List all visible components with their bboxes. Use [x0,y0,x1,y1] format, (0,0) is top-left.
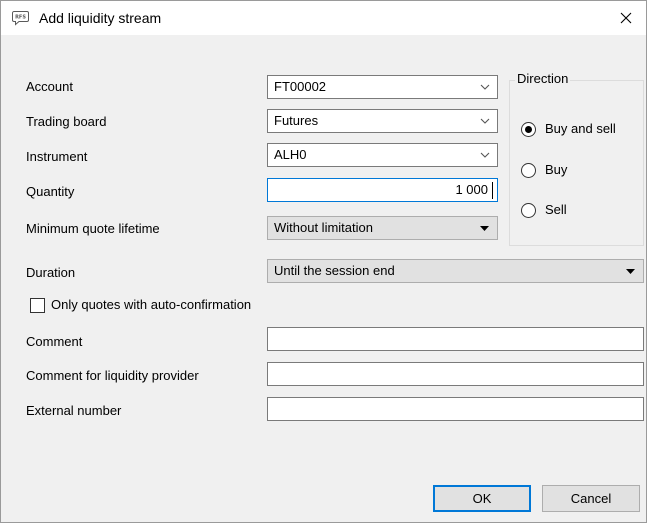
quantity-label: Quantity [26,184,75,199]
radio-button-icon [521,121,536,137]
radio-label: Sell [545,202,567,217]
comment-label: Comment [26,334,83,349]
radio-sell[interactable]: Sell [521,202,567,218]
quantity-input[interactable]: 1 000 [267,178,498,202]
title-bar: RFS Add liquidity stream [1,1,646,35]
ok-button[interactable]: OK [433,485,531,512]
radio-button-icon [521,162,536,178]
radio-button-icon [521,202,536,218]
triangle-down-icon [480,226,489,231]
min-quote-lifetime-dropdown[interactable]: Without limitation [267,216,498,240]
account-label: Account [26,79,73,94]
add-liquidity-stream-dialog: RFS Add liquidity stream Account FT00002… [0,0,647,523]
radio-label: Buy [545,162,568,177]
rfs-app-icon: RFS [12,10,29,26]
radio-label: Buy and sell [545,121,616,136]
chevron-down-icon [480,118,490,124]
triangle-down-icon [626,269,635,274]
comment-lp-label: Comment for liquidity provider [26,368,199,383]
direction-legend: Direction [515,71,571,87]
quantity-value: 1 000 [455,182,488,197]
comment-input[interactable] [267,327,644,351]
trading-board-label: Trading board [26,114,107,129]
trading-board-combo[interactable]: Futures [267,109,498,133]
comment-lp-input[interactable] [267,362,644,386]
duration-label: Duration [26,265,76,280]
cancel-button[interactable]: Cancel [542,485,640,512]
external-number-input[interactable] [267,397,644,421]
auto-confirmation-label: Only quotes with auto-confirmation [51,297,252,312]
radio-selected-dot [525,125,532,133]
auto-confirmation-checkbox[interactable]: Only quotes with auto-confirmation [30,297,251,313]
close-button[interactable] [606,1,646,35]
duration-dropdown[interactable]: Until the session end [267,259,644,283]
chevron-down-icon [480,152,490,158]
radio-buy-and-sell[interactable]: Buy and sell [521,121,616,137]
external-number-label: External number [26,403,122,418]
account-combo[interactable]: FT00002 [267,75,498,99]
dialog-title: Add liquidity stream [39,10,162,26]
instrument-label: Instrument [26,149,88,164]
min-quote-lifetime-label: Minimum quote lifetime [26,221,160,236]
instrument-combo[interactable]: ALH0 [267,143,498,167]
close-icon [620,12,632,24]
trading-board-value: Futures [274,113,319,128]
instrument-value: ALH0 [274,147,307,162]
duration-value: Until the session end [274,263,395,278]
chevron-down-icon [480,84,490,90]
account-value: FT00002 [274,79,327,94]
svg-text:RFS: RFS [15,15,26,21]
radio-buy[interactable]: Buy [521,162,567,178]
min-quote-lifetime-value: Without limitation [274,220,373,235]
text-caret [492,182,493,199]
checkbox-icon [30,297,45,313]
